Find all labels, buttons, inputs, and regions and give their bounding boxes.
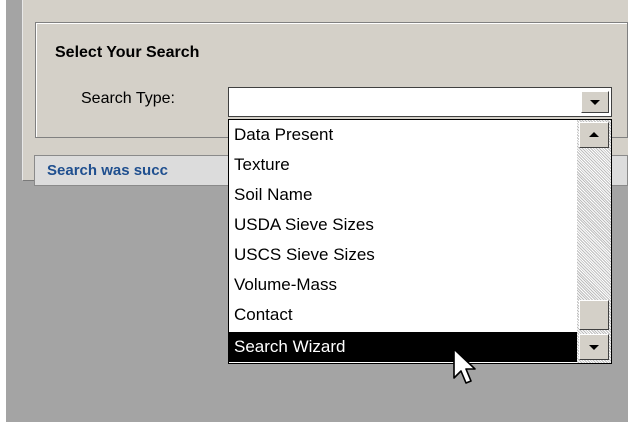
dropdown-item-texture[interactable]: Texture: [229, 150, 576, 180]
search-type-label: Search Type:: [81, 90, 175, 107]
scroll-down-icon: [589, 345, 599, 350]
scroll-thumb[interactable]: [579, 300, 609, 330]
dropdown-scrollbar[interactable]: [577, 120, 611, 363]
search-type-dropdown-list[interactable]: Data Present Texture Soil Name USDA Siev…: [228, 119, 612, 364]
scroll-up-button[interactable]: [579, 122, 609, 148]
dropdown-item-data-present[interactable]: Data Present: [229, 120, 576, 150]
dropdown-item-uscs-sieve-sizes[interactable]: USCS Sieve Sizes: [229, 240, 576, 270]
mouse-pointer-icon: [453, 348, 476, 384]
search-type-select[interactable]: [228, 87, 612, 117]
group-title: Select Your Search: [55, 44, 200, 61]
dropdown-item-usda-sieve-sizes[interactable]: USDA Sieve Sizes: [229, 210, 576, 240]
dropdown-arrow-button[interactable]: [581, 91, 609, 113]
status-message: Search was succ: [47, 162, 168, 179]
dropdown-item-search-wizard[interactable]: Search Wizard: [229, 332, 611, 362]
scroll-down-button[interactable]: [579, 334, 609, 360]
dropdown-item-volume-mass[interactable]: Volume-Mass: [229, 270, 576, 300]
dropdown-item-contact[interactable]: Contact: [229, 300, 576, 330]
dropdown-item-soil-name[interactable]: Soil Name: [229, 180, 576, 210]
chevron-down-icon: [590, 100, 600, 105]
scroll-up-icon: [589, 132, 599, 137]
